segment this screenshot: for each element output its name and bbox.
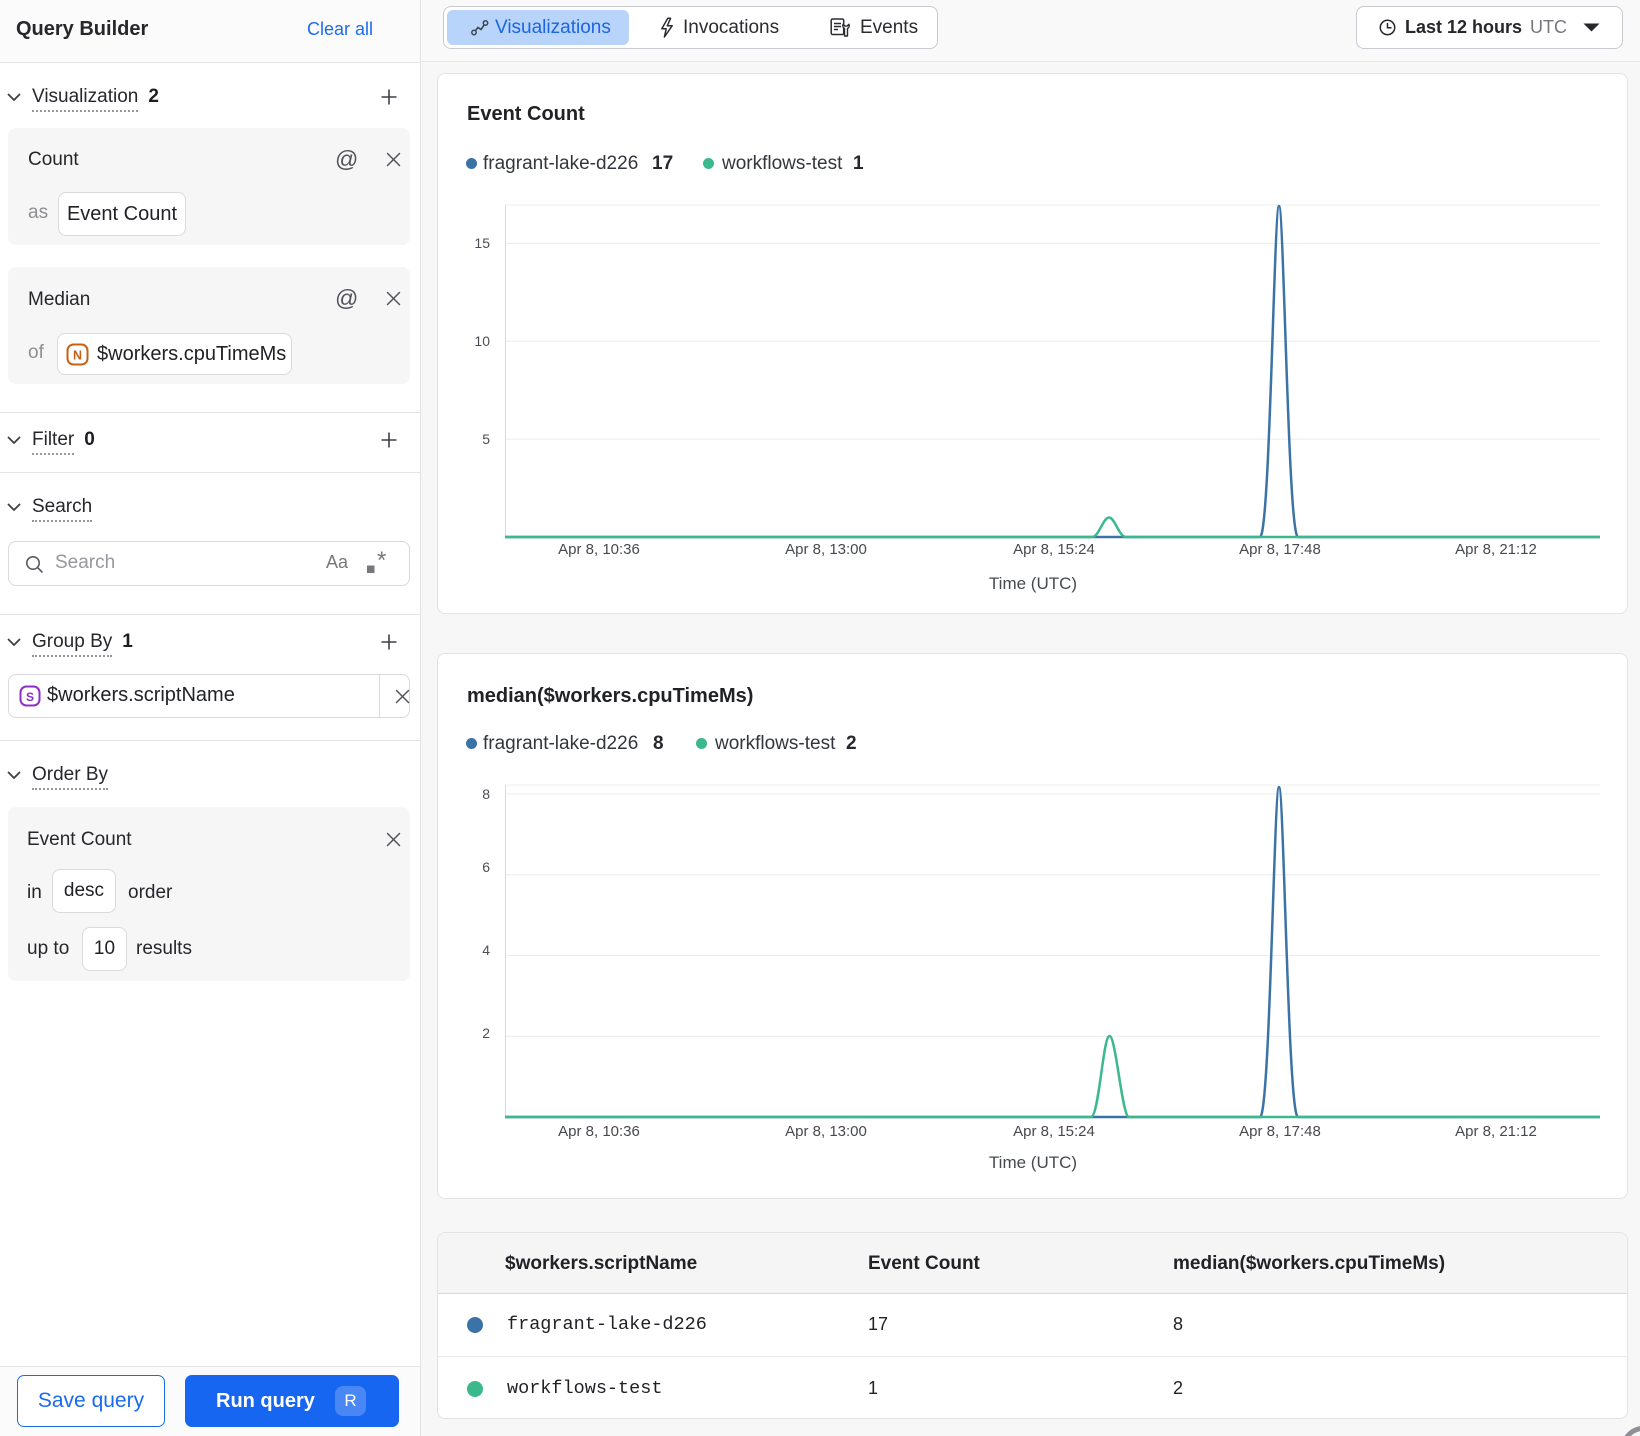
svg-text:N: N xyxy=(73,349,82,363)
svg-text:S: S xyxy=(26,690,34,704)
svg-text:*: * xyxy=(377,549,386,574)
